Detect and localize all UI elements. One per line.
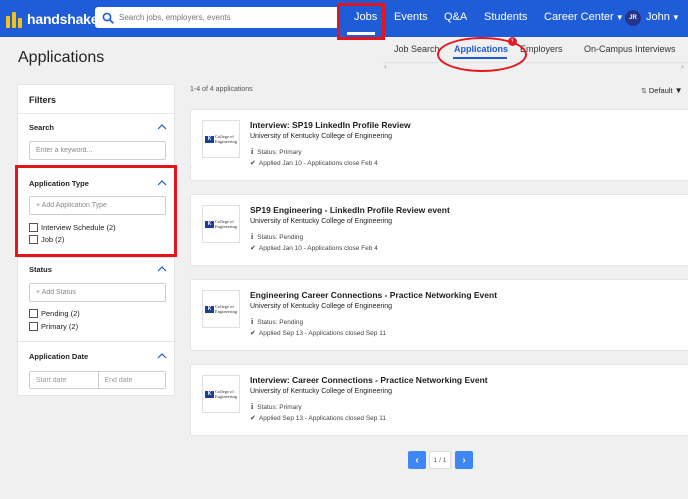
application-title[interactable]: Interview: SP19 LinkedIn Profile Review [250,120,411,130]
application-card[interactable]: K College of Engineering Interview: SP19 … [190,109,688,181]
nav-students[interactable]: Students [484,11,527,23]
scroll-right-icon[interactable]: › [681,62,684,71]
nav-events[interactable]: Events [394,11,428,23]
results-count: 1-4 of 4 applications [190,86,253,93]
uk-logo-icon: K [205,305,214,313]
employer-name[interactable]: University of Kentucky College of Engine… [250,388,392,395]
application-date: ✔ Applied Sep 13 - Applications closed Se… [250,415,386,422]
date-range-field [29,371,166,389]
application-status: i Status: Pending [251,232,304,241]
add-status-field[interactable] [29,283,166,302]
previous-page-button[interactable]: ‹ [408,451,426,469]
annotation-ellipse-applications [437,37,527,72]
application-title[interactable]: Interview: Career Connections - Practice… [250,375,488,385]
chevron-up-icon[interactable] [157,124,167,130]
checkbox[interactable] [29,309,38,318]
search-icon [102,12,114,24]
info-icon: i [251,232,254,241]
application-status: i Status: Primary [251,402,302,411]
status-option[interactable]: Pending (2) [29,309,80,318]
logo-text: College of Engineering [215,134,237,144]
tab-job-search[interactable]: Job Search [394,44,440,54]
info-icon: i [251,402,254,411]
logo-text: College of Engineering [215,304,237,314]
page-indicator: 1 / 1 [429,451,451,469]
chevron-up-icon[interactable] [157,353,167,359]
application-card[interactable]: K College of Engineering Engineering Care… [190,279,688,351]
chevron-down-icon: ▼ [671,13,680,22]
application-title[interactable]: Engineering Career Connections - Practic… [250,290,497,300]
application-date: ✔ Applied Jan 10 - Applications close Feb… [250,160,378,167]
user-name: John [646,11,670,23]
employer-name[interactable]: University of Kentucky College of Engine… [250,303,392,310]
status-filter-title: Status [29,265,52,274]
chevron-right-icon: › [462,454,466,466]
start-date-input[interactable] [30,372,98,388]
check-icon: ✔ [250,415,256,422]
handshake-logo-icon [6,10,24,28]
handshake-logo[interactable]: handshake [6,8,99,30]
chevron-up-icon[interactable] [157,266,167,272]
end-date-input[interactable] [97,372,165,388]
keyword-search-field[interactable] [29,141,166,160]
application-title[interactable]: SP19 Engineering - LinkedIn Profile Revi… [250,205,450,215]
application-date: ✔ Applied Sep 13 - Applications closed Se… [250,330,386,337]
application-card[interactable]: K College of Engineering Interview: Caree… [190,364,688,436]
check-icon: ✔ [250,330,256,337]
employer-logo: K College of Engineering [202,375,240,413]
option-label: Pending (2) [41,309,80,318]
nav-user-menu[interactable]: John ▼ [646,11,680,23]
sort-value: Default [648,86,673,95]
next-page-button[interactable]: › [455,451,473,469]
employer-name[interactable]: University of Kentucky College of Engine… [250,218,392,225]
filters-title: Filters [29,95,57,105]
application-card[interactable]: K College of Engineering SP19 Engineering… [190,194,688,266]
chevron-left-icon: ‹ [415,454,419,466]
application-status: i Status: Pending [251,317,304,326]
chevron-down-icon: ▼ [674,86,683,95]
application-date-filter-title: Application Date [29,352,89,361]
info-icon: i [251,317,254,326]
search-filter-title: Search [29,123,55,132]
logo-text: College of Engineering [215,219,237,229]
global-search[interactable] [95,7,340,28]
application-date: ✔ Applied Jan 10 - Applications close Feb… [250,245,378,252]
employer-name[interactable]: University of Kentucky College of Engine… [250,133,392,140]
annotation-box-jobs [337,3,385,40]
nav-qa[interactable]: Q&A [444,11,467,23]
annotation-box-application-type [15,165,177,257]
divider [18,113,174,114]
option-label: Primary (2) [41,322,79,331]
nav-career-center[interactable]: Career Center ▼ [544,11,624,23]
check-icon: ✔ [250,160,256,167]
status-option[interactable]: Primary (2) [29,322,78,331]
check-icon: ✔ [250,245,256,252]
sort-dropdown[interactable]: ⇅ Default ▼ [641,86,683,95]
uk-logo-icon: K [205,220,214,228]
brand-name: handshake [27,11,99,27]
sort-icon: ⇅ [641,88,647,95]
employer-logo: K College of Engineering [202,290,240,328]
uk-logo-icon: K [205,390,214,398]
divider [18,257,174,258]
chevron-down-icon: ▼ [615,13,624,22]
checkbox[interactable] [29,322,38,331]
search-input[interactable] [119,13,329,22]
uk-logo-icon: K [205,135,214,143]
subnav-scrollbar[interactable] [383,62,688,72]
scroll-left-icon[interactable]: ‹ [384,62,387,71]
application-status: i Status: Primary [251,147,302,156]
employer-logo: K College of Engineering [202,120,240,158]
nav-career-center-label: Career Center [544,11,614,23]
info-icon: i [251,147,254,156]
avatar[interactable]: JR [625,10,641,26]
page-title: Applications [18,49,105,66]
divider [18,341,174,342]
tab-on-campus-interviews[interactable]: On-Campus Interviews [584,44,676,54]
logo-text: College of Engineering [215,389,237,399]
employer-logo: K College of Engineering [202,205,240,243]
